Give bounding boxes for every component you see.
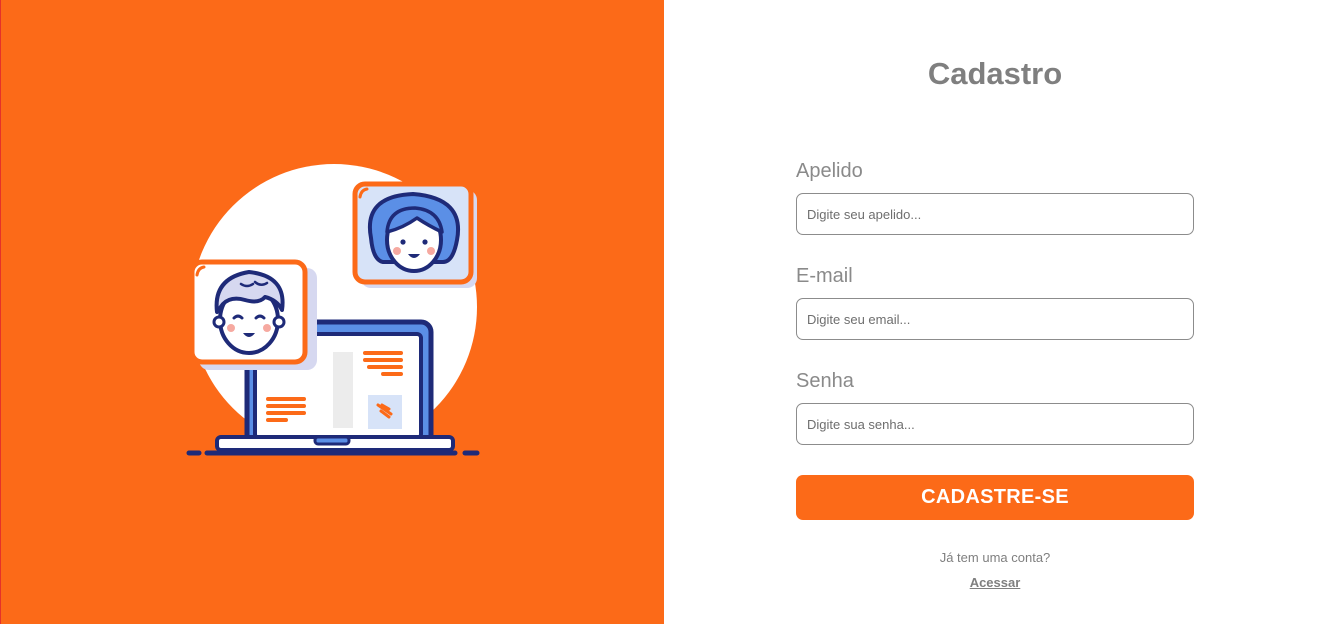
- nickname-input[interactable]: [796, 193, 1194, 235]
- female-avatar-icon: [352, 181, 477, 288]
- illustration-panel: [0, 0, 664, 624]
- signup-page: Cadastro Apelido E-mail Senha CADASTRE-S…: [0, 0, 1326, 624]
- male-avatar-icon: [189, 259, 317, 370]
- page-title: Cadastro: [927, 56, 1063, 91]
- signup-illustration: [186, 164, 480, 456]
- email-label: E-mail: [796, 265, 853, 287]
- signup-form-panel: Cadastro Apelido E-mail Senha CADASTRE-S…: [664, 0, 1326, 624]
- login-link[interactable]: Acessar: [796, 575, 1194, 590]
- account-question-text: Já tem uma conta?: [939, 550, 1051, 565]
- password-input[interactable]: [796, 403, 1194, 445]
- email-input[interactable]: [796, 298, 1194, 340]
- nickname-label: Apelido: [796, 160, 863, 182]
- signup-button[interactable]: CADASTRE-SE: [796, 475, 1194, 520]
- password-label: Senha: [796, 370, 854, 392]
